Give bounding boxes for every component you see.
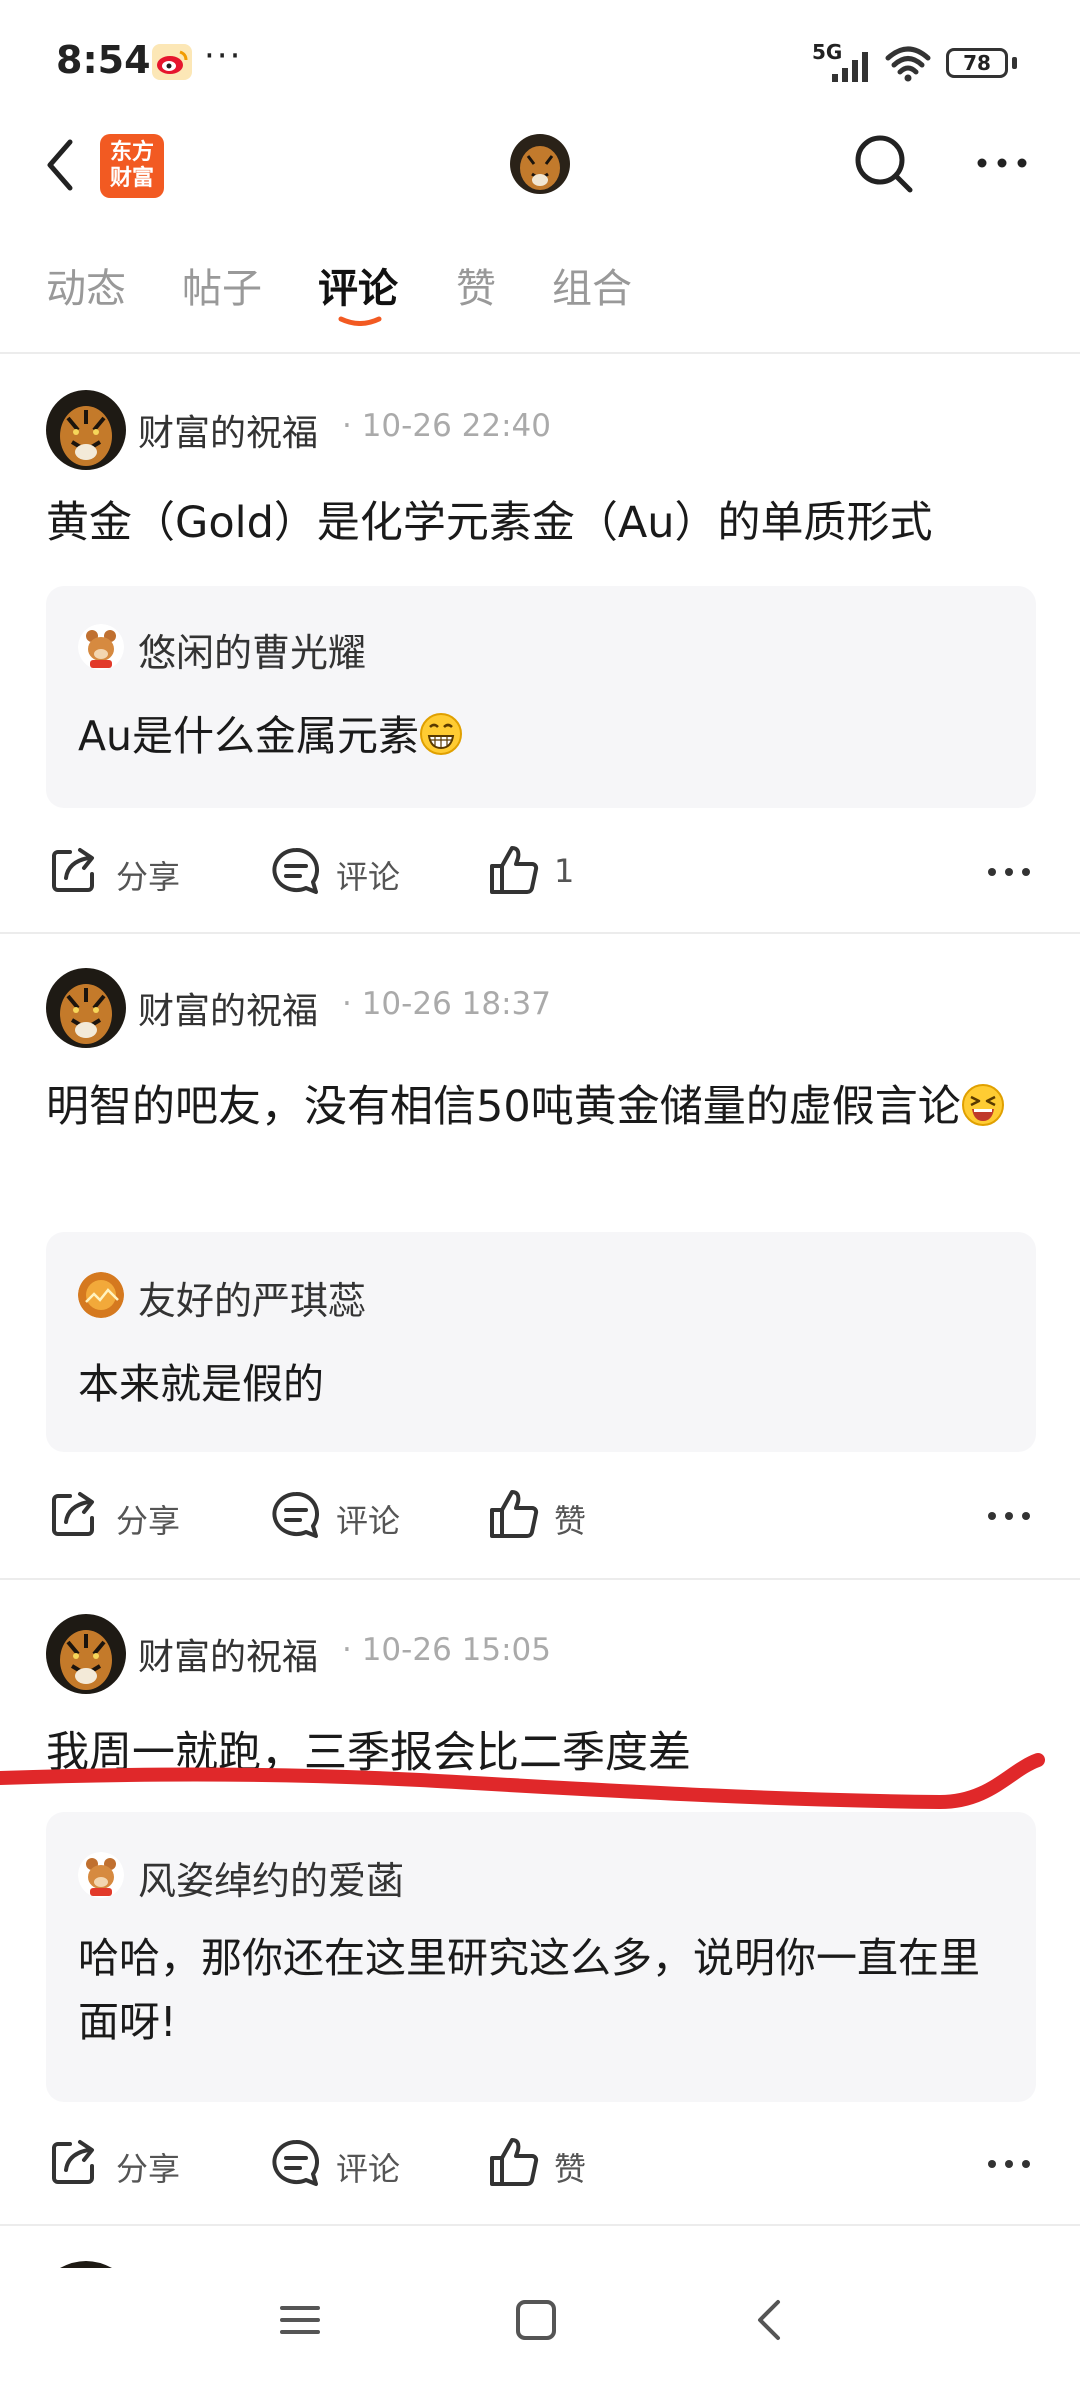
quote-text: 哈哈，那你还在这里研究这么多，说明你一直在里面呀! <box>78 1934 980 2046</box>
signal-icon <box>832 52 868 82</box>
share-icon[interactable] <box>48 2136 100 2188</box>
like-label[interactable]: 赞 <box>554 1496 586 1542</box>
quote-author-avatar <box>78 1272 124 1318</box>
comment-icon[interactable] <box>270 1490 322 1542</box>
tab-dynamics[interactable]: 动态 <box>46 256 126 314</box>
share-icon[interactable] <box>48 844 100 896</box>
brand-logo-line-2: 财富 <box>109 166 154 191</box>
tab-portfolio[interactable]: 组合 <box>552 256 632 314</box>
like-thumb-icon[interactable] <box>488 1488 540 1540</box>
quote-author-avatar <box>78 624 124 670</box>
comment-text: 明智的吧友，没有相信50吨黄金储量的虚假言论 <box>46 1082 961 1132</box>
more-options-icon[interactable] <box>984 2154 1034 2174</box>
comment-text[interactable]: 黄金（Gold）是化学元素金（Au）的单质形式 <box>46 490 1036 556</box>
battery-level: 78 <box>963 51 991 75</box>
author-avatar[interactable] <box>46 968 126 1048</box>
weibo-icon <box>152 44 192 80</box>
author-name[interactable]: 财富的祝福 <box>138 1628 318 1680</box>
quoted-reply[interactable]: 友好的严琪蕊 本来就是假的 <box>46 1232 1036 1452</box>
post-time: · 10-26 15:05 <box>342 1632 551 1668</box>
author-name[interactable]: 财富的祝福 <box>138 404 318 456</box>
comment-text[interactable]: 我周一就跑，三季报会比二季度差 <box>46 1720 1036 1786</box>
author-avatar[interactable] <box>46 1614 126 1694</box>
quoted-reply[interactable]: 悠闲的曹光耀 Au是什么金属元素 <box>46 586 1036 808</box>
quote-text: 本来就是假的 <box>78 1360 324 1408</box>
author-name[interactable]: 财富的祝福 <box>138 982 318 1034</box>
more-icon[interactable] <box>972 138 1032 188</box>
comment-icon[interactable] <box>270 846 322 898</box>
comment-label[interactable]: 评论 <box>336 1496 400 1542</box>
system-navbar <box>0 2260 1080 2400</box>
divider <box>0 2224 1080 2226</box>
quote-author-name[interactable]: 风姿绰约的爱菡 <box>138 1850 404 1905</box>
quote-text: Au是什么金属元素 <box>78 712 420 760</box>
quote-author-avatar <box>78 1852 124 1898</box>
wifi-icon <box>885 46 931 82</box>
share-label[interactable]: 分享 <box>116 2144 180 2190</box>
more-options-icon[interactable] <box>984 1506 1034 1526</box>
active-tab-indicator <box>338 316 382 326</box>
comment-card[interactable]: 财富的祝福 · 10-26 15:05 我周一就跑，三季报会比二季度差 风姿绰约… <box>0 1580 1080 2226</box>
comment-icon[interactable] <box>270 2138 322 2190</box>
laughing-emoji-icon <box>961 1084 1004 1126</box>
tab-likes[interactable]: 赞 <box>456 256 496 314</box>
status-dots: ··· <box>204 36 243 76</box>
like-count[interactable]: 1 <box>554 852 574 890</box>
battery-indicator: 78 <box>946 48 1008 78</box>
profile-avatar[interactable] <box>510 134 570 194</box>
status-time: 8:54 <box>56 38 151 82</box>
brand-logo[interactable]: 东方 财富 <box>100 134 164 198</box>
brand-logo-line-1: 东方 <box>109 140 154 165</box>
like-thumb-icon[interactable] <box>488 2136 540 2188</box>
share-icon[interactable] <box>48 1488 100 1540</box>
back-icon[interactable] <box>740 2290 800 2350</box>
search-icon[interactable] <box>850 130 916 196</box>
quote-text-line: Au是什么金属元素 <box>78 704 1006 768</box>
comment-label[interactable]: 评论 <box>336 2144 400 2190</box>
comment-card[interactable]: 财富的祝福 · 10-26 22:40 黄金（Gold）是化学元素金（Au）的单… <box>0 356 1080 934</box>
tab-comments[interactable]: 评论 <box>318 256 398 314</box>
comment-label[interactable]: 评论 <box>336 852 400 898</box>
menu-icon[interactable] <box>270 2290 330 2350</box>
grin-emoji-icon <box>420 713 463 755</box>
share-label[interactable]: 分享 <box>116 1496 180 1542</box>
share-label[interactable]: 分享 <box>116 852 180 898</box>
comment-card[interactable]: 财富的祝福 · 10-26 18:37 明智的吧友，没有相信50吨黄金储量的虚假… <box>0 934 1080 1578</box>
like-thumb-icon[interactable] <box>488 844 540 896</box>
quote-author-name[interactable]: 友好的严琪蕊 <box>138 1270 366 1325</box>
more-options-icon[interactable] <box>984 862 1034 882</box>
comment-text-line[interactable]: 明智的吧友，没有相信50吨黄金储量的虚假言论 <box>46 1074 1036 1140</box>
home-square-icon[interactable] <box>506 2290 566 2350</box>
status-bar: 8:54 ··· 5G 78 <box>0 0 1080 120</box>
battery-cap <box>1012 57 1017 69</box>
like-label[interactable]: 赞 <box>554 2144 586 2190</box>
quote-author-name[interactable]: 悠闲的曹光耀 <box>138 622 366 677</box>
post-time: · 10-26 18:37 <box>342 986 551 1022</box>
post-time: · 10-26 22:40 <box>342 408 551 444</box>
author-avatar[interactable] <box>46 390 126 470</box>
profile-tabs: 动态 帖子 评论 赞 组合 <box>0 250 1080 354</box>
tab-posts[interactable]: 帖子 <box>182 256 262 314</box>
back-arrow-icon[interactable] <box>36 130 86 200</box>
header: 东方 财富 <box>0 120 1080 260</box>
quoted-reply[interactable]: 风姿绰约的爱菡 哈哈，那你还在这里研究这么多，说明你一直在里面呀! <box>46 1812 1036 2102</box>
